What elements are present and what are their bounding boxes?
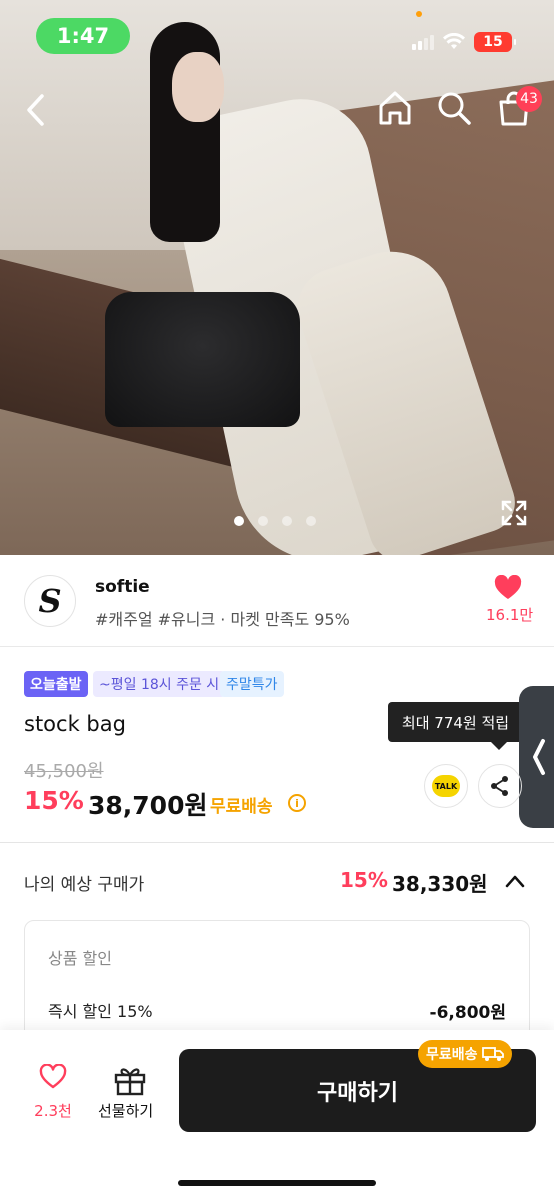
store-meta: #캐주얼 #유니크 · 마켓 만족도 95% <box>95 610 350 629</box>
badge-weekend-sale: 주말특가 <box>220 671 284 697</box>
free-shipping-tag-label: 무료배송 <box>426 1047 478 1063</box>
breakdown-row-value: -6,800원 <box>429 1003 506 1023</box>
search-icon[interactable] <box>434 88 474 128</box>
sale-price: 38,700원 <box>88 791 208 820</box>
chevron-up-icon[interactable] <box>504 872 526 890</box>
product-photo[interactable] <box>0 0 554 555</box>
gift-icon[interactable] <box>112 1064 148 1096</box>
home-icon[interactable] <box>376 88 414 128</box>
points-tooltip: 최대 774원 적립 <box>388 702 523 750</box>
signal-icon <box>412 34 434 50</box>
home-indicator <box>178 1180 376 1186</box>
free-shipping-tag: 무료배송 <box>418 1040 512 1068</box>
gift-label[interactable]: 선물하기 <box>98 1100 153 1121</box>
expand-icon[interactable] <box>500 499 528 527</box>
photo-model <box>150 22 523 555</box>
side-panel-tab[interactable] <box>519 686 554 828</box>
breakdown-title: 상품 할인 <box>48 949 112 968</box>
truck-icon <box>481 1047 504 1061</box>
wifi-icon <box>443 33 465 49</box>
talk-icon: TALK <box>432 775 460 797</box>
chevron-left-icon <box>533 739 545 775</box>
pagination-dot[interactable] <box>282 516 292 526</box>
divider <box>0 646 554 647</box>
pagination-dot[interactable] <box>234 516 244 526</box>
photo-bag <box>105 292 300 427</box>
model-face <box>172 52 224 122</box>
share-button[interactable] <box>478 764 522 808</box>
free-shipping-label: 무료배송 <box>210 797 273 817</box>
breakdown-row-label: 즉시 할인 15% <box>48 1002 153 1021</box>
wishlist-count: 2.3천 <box>34 1102 72 1120</box>
share-icon <box>491 776 508 796</box>
estimated-discount: 15% <box>340 868 388 892</box>
wishlist-button[interactable] <box>30 1063 76 1094</box>
privacy-indicator <box>416 11 422 17</box>
estimated-price: 38,330원 <box>392 872 488 896</box>
section-divider <box>0 842 554 843</box>
heart-filled-icon[interactable] <box>494 575 522 601</box>
battery-icon: 15 <box>474 32 516 52</box>
back-icon[interactable] <box>20 88 54 132</box>
discount-rate: 15% <box>24 786 84 815</box>
badge-today-shipping: 오늘출발 <box>24 671 88 697</box>
gallery-pagination <box>234 516 316 526</box>
store-like-count: 16.1만 <box>486 606 534 624</box>
store-logo[interactable]: S <box>24 575 76 627</box>
info-icon[interactable]: i <box>288 794 306 812</box>
status-icons: 15 <box>412 32 516 52</box>
kakao-talk-button[interactable]: TALK <box>424 764 468 808</box>
pagination-dot[interactable] <box>258 516 268 526</box>
cart-count-badge: 43 <box>516 86 542 112</box>
badge-weekday-cutoff: ~평일 18시 주문 시 <box>93 671 226 697</box>
heart-outline-icon <box>39 1063 67 1089</box>
estimated-price-label[interactable]: 나의 예상 구매가 <box>24 870 144 895</box>
product-name: stock bag <box>24 712 126 736</box>
pagination-dot[interactable] <box>306 516 316 526</box>
store-name[interactable]: softie <box>95 577 150 597</box>
status-time: 1:47 <box>36 18 130 54</box>
original-price: 45,500원 <box>24 761 104 782</box>
